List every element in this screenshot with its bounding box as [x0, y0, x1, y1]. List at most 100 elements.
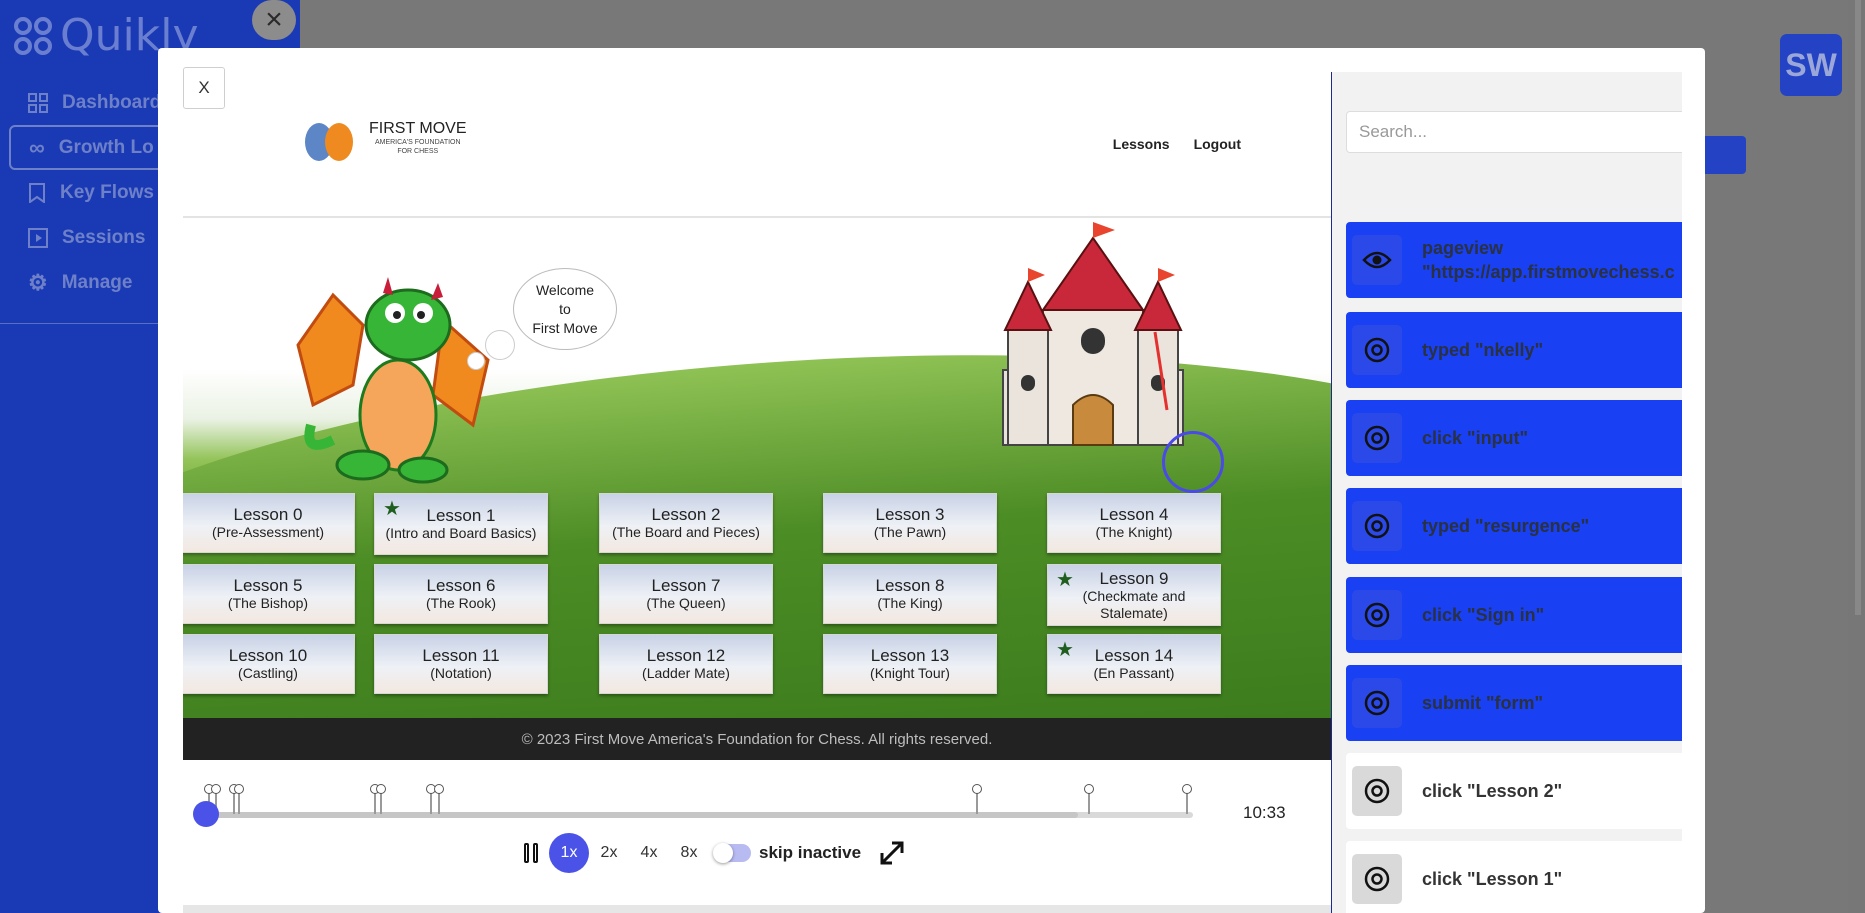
replay-player: FIRST MOVE AMERICA'S FOUNDATION FOR CHES…: [183, 118, 1331, 913]
event-item[interactable]: pageview "https://app.firstmovechess.c: [1346, 222, 1682, 298]
first-move-logo[interactable]: FIRST MOVE AMERICA'S FOUNDATION FOR CHES…: [299, 118, 467, 166]
timeline-marker[interactable]: [426, 784, 436, 814]
session-replay-modal: X FIRST MOVE AMERICA'S FOUNDATION FOR CH…: [158, 48, 1705, 913]
avatar[interactable]: SW: [1780, 34, 1842, 96]
lesson-name: Lesson 0: [233, 505, 303, 524]
timeline-fill: [208, 812, 1078, 818]
lesson-button[interactable]: Lesson 4 (The Knight): [1047, 493, 1221, 553]
event-search-input[interactable]: [1346, 111, 1682, 153]
total-time: 10:33: [1243, 803, 1286, 822]
lesson-button[interactable]: ★ Lesson 1 (Intro and Board Basics): [374, 493, 548, 555]
first-move-logo-icon: [305, 123, 353, 161]
completed-star-icon: ★: [1056, 569, 1074, 591]
event-label: click "Lesson 1": [1422, 869, 1563, 889]
lesson-button[interactable]: Lesson 6 (The Rook): [374, 564, 548, 624]
lesson-subtitle: (Ladder Mate): [642, 665, 730, 681]
speed-8x-button[interactable]: 8x: [669, 833, 709, 873]
site-nav-lessons[interactable]: Lessons: [1113, 136, 1170, 152]
lesson-name: Lesson 6: [426, 576, 496, 595]
event-label: click "Lesson 2": [1422, 781, 1563, 801]
event-item[interactable]: click "input": [1346, 400, 1682, 476]
toggle-knob: [713, 843, 733, 863]
lesson-name: Lesson 11: [422, 646, 500, 665]
lesson-button[interactable]: Lesson 12 (Ladder Mate): [599, 634, 773, 694]
target-icon: [1352, 590, 1402, 640]
lesson-subtitle: (The Bishop): [227, 595, 309, 611]
event-label: pageview "https://app.firstmovechess.c: [1422, 238, 1675, 282]
event-item[interactable]: click "Sign in": [1346, 577, 1682, 653]
lesson-button[interactable]: Lesson 3 (The Pawn): [823, 493, 997, 553]
logo-sub-2: FOR CHESS: [397, 148, 439, 155]
lesson-subtitle: (Castling): [238, 665, 298, 681]
timeline-marker[interactable]: [1084, 784, 1094, 814]
playback-controls: 1x 2x 4x 8x skip inactive: [513, 833, 905, 873]
event-item[interactable]: typed "resurgence": [1346, 488, 1682, 564]
lesson-subtitle: (Notation): [430, 665, 492, 681]
lesson-subtitle: (The Queen): [646, 595, 726, 611]
logo-title: FIRST MOVE: [369, 120, 467, 137]
lesson-subtitle: (En Passant): [1093, 665, 1175, 681]
timeline-track[interactable]: [204, 784, 1193, 818]
lesson-button[interactable]: Lesson 5 (The Bishop): [183, 564, 355, 624]
lesson-subtitle: (Checkmate and Stalemate): [1082, 587, 1186, 621]
lesson-button[interactable]: ★ Lesson 9 (Checkmate and Stalemate): [1047, 564, 1221, 626]
timeline-marker[interactable]: [229, 784, 239, 814]
skip-inactive-toggle[interactable]: [713, 843, 751, 863]
site-header: FIRST MOVE AMERICA'S FOUNDATION FOR CHES…: [183, 118, 1331, 218]
play-square-icon: [28, 227, 48, 248]
timeline-marker[interactable]: [370, 784, 380, 814]
infinity-icon: ∞: [29, 134, 45, 160]
lesson-button[interactable]: Lesson 2 (The Board and Pieces): [599, 493, 773, 553]
modal-close-button[interactable]: X: [183, 67, 225, 109]
speed-4x-button[interactable]: 4x: [629, 833, 669, 873]
lesson-name: Lesson 3: [875, 505, 945, 524]
lesson-subtitle: (The Pawn): [873, 524, 947, 540]
lesson-name: Lesson 8: [875, 576, 945, 595]
timeline-scrubber[interactable]: [193, 801, 219, 827]
bookmark-icon: [29, 182, 45, 203]
fullscreen-icon[interactable]: [879, 840, 905, 866]
eye-icon: [1352, 235, 1402, 285]
target-icon: [1352, 766, 1402, 816]
speed-1x-button[interactable]: 1x: [549, 833, 589, 873]
pause-button[interactable]: [513, 833, 549, 873]
speed-2x-button[interactable]: 2x: [589, 833, 629, 873]
gear-icon: ⚙: [28, 269, 48, 295]
timeline-marker[interactable]: [1182, 784, 1192, 814]
lesson-button[interactable]: Lesson 0 (Pre-Assessment): [183, 493, 355, 553]
timeline-marker[interactable]: [434, 784, 444, 814]
lesson-subtitle: (The Knight): [1095, 524, 1173, 540]
lesson-button[interactable]: ★ Lesson 14 (En Passant): [1047, 634, 1221, 694]
event-label: click "input": [1422, 428, 1529, 448]
pause-icon: [533, 843, 538, 863]
skip-inactive-label: skip inactive: [759, 843, 862, 862]
event-label: typed "resurgence": [1422, 516, 1590, 536]
close-overlay-button[interactable]: ×: [252, 0, 296, 40]
event-item[interactable]: submit "form": [1346, 665, 1682, 741]
lesson-name: Lesson 5: [233, 576, 303, 595]
nav-item-label: Key Flows: [60, 181, 154, 203]
target-icon: [1352, 854, 1402, 904]
logo-sub-1: AMERICA'S FOUNDATION: [374, 139, 461, 146]
screen: Quikly Dashboard ∞ Growth Lo Key Flows S…: [0, 0, 1865, 913]
event-item[interactable]: click "Lesson 2": [1346, 753, 1682, 829]
page-scrollbar-thumb[interactable]: [1855, 0, 1861, 615]
site-nav-logout[interactable]: Logout: [1194, 136, 1241, 152]
lesson-button[interactable]: Lesson 13 (Knight Tour): [823, 634, 997, 694]
site-footer: © 2023 First Move America's Foundation f…: [183, 718, 1331, 760]
lesson-button[interactable]: Lesson 10 (Castling): [183, 634, 355, 694]
timeline-marker[interactable]: [972, 784, 982, 814]
lesson-button[interactable]: Lesson 8 (The King): [823, 564, 997, 624]
player-bottom-bar: [183, 905, 1331, 913]
event-item[interactable]: click "Lesson 1": [1346, 841, 1682, 913]
timeline-marker[interactable]: [376, 784, 386, 814]
lesson-button[interactable]: Lesson 7 (The Queen): [599, 564, 773, 624]
target-icon: [1352, 678, 1402, 728]
lesson-name: Lesson 13: [870, 646, 950, 665]
event-item[interactable]: typed "nkelly": [1346, 312, 1682, 388]
lesson-button[interactable]: Lesson 11 (Notation): [374, 634, 548, 694]
timeline-marker[interactable]: [234, 784, 244, 814]
event-panel: pageview "https://app.firstmovechess.c ty…: [1331, 72, 1682, 913]
lesson-subtitle: (The Rook): [425, 595, 497, 611]
landscape-scene: Welcome to First Move Lesson 0 (Pre-Asse…: [183, 220, 1331, 718]
